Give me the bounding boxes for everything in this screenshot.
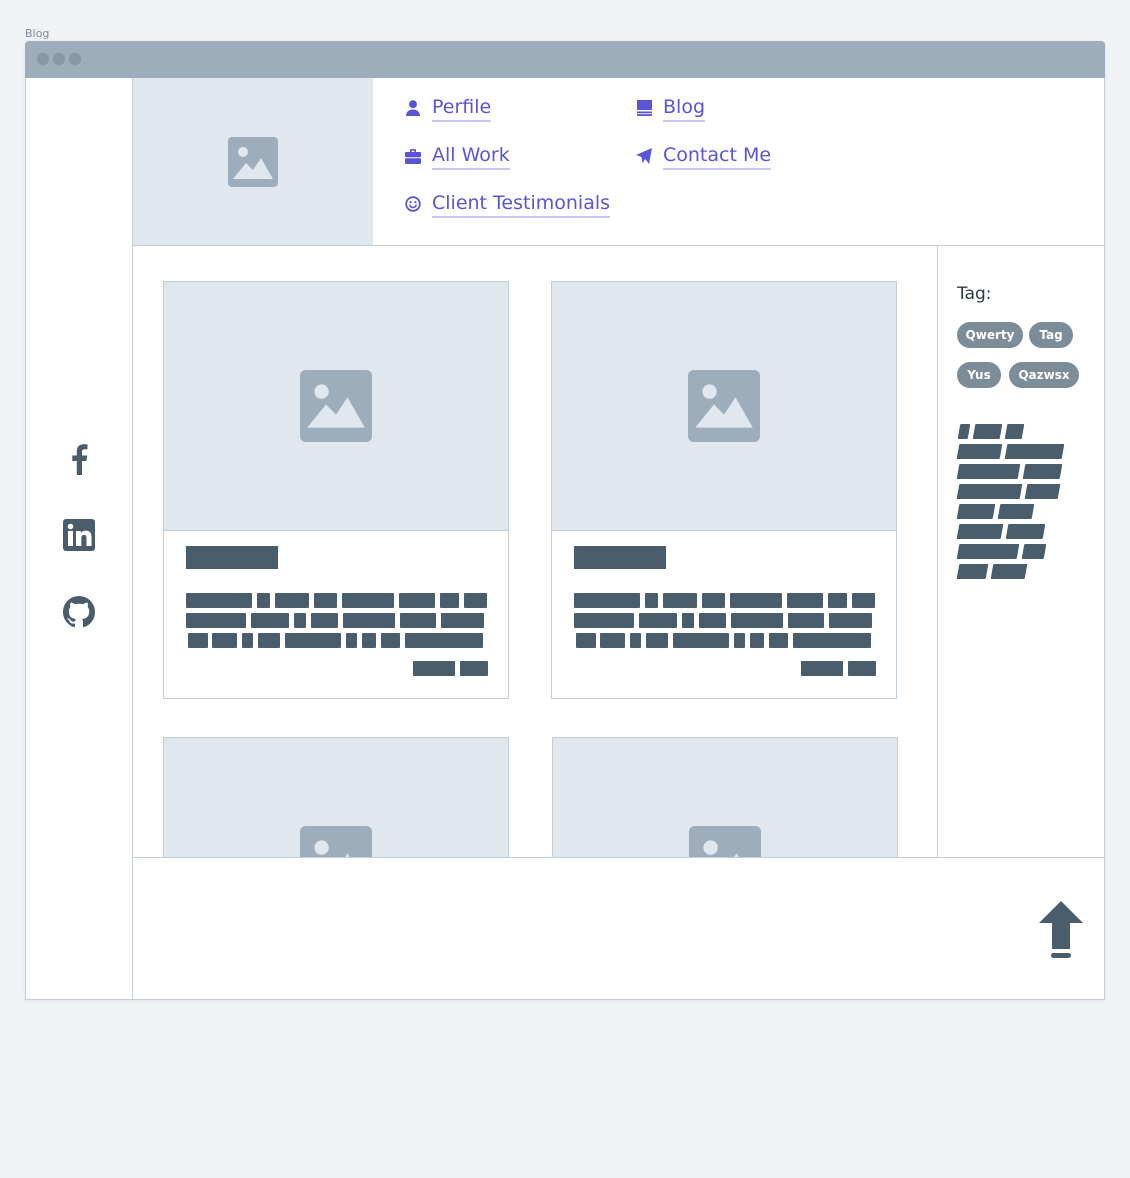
facebook-link[interactable] <box>62 442 96 476</box>
paper-plane-icon <box>636 148 652 164</box>
nav-contact-label: Contact Me <box>663 143 772 170</box>
arrow-up-icon <box>1039 901 1083 958</box>
nav-blog[interactable]: Blog <box>636 93 705 123</box>
nav-profile-label: Perfile <box>432 95 492 122</box>
social-sidebar <box>26 78 133 1000</box>
logo-placeholder[interactable] <box>133 78 373 245</box>
site-footer <box>133 857 1105 1000</box>
post-image-placeholder <box>553 738 897 858</box>
nav-all-work[interactable]: All Work <box>405 141 510 171</box>
image-placeholder-icon <box>688 370 760 442</box>
tag-sidebar: Tag: Qwerty Tag Yus Qazwsx <box>938 246 1105 858</box>
site-header: Perfile Blog All Work Contact Me Client … <box>133 78 1105 246</box>
scroll-top-button[interactable] <box>1038 900 1084 960</box>
image-placeholder-icon <box>689 826 761 858</box>
post-image-placeholder <box>164 282 508 531</box>
post-image-placeholder <box>164 738 508 858</box>
image-placeholder-icon <box>228 136 278 187</box>
nav-contact[interactable]: Contact Me <box>636 141 772 171</box>
briefcase-icon <box>405 148 421 164</box>
book-icon <box>636 100 652 116</box>
tag-chip[interactable]: Qazwsx <box>1009 362 1079 388</box>
facebook-icon <box>72 444 88 475</box>
nav-blog-label: Blog <box>663 95 705 122</box>
github-icon <box>63 596 95 628</box>
github-link[interactable] <box>62 595 96 629</box>
window-dot-close[interactable] <box>37 53 49 65</box>
window-caption: Blog <box>25 27 50 40</box>
window-dot-minimize[interactable] <box>53 53 65 65</box>
tag-chip[interactable]: Qwerty <box>957 322 1023 348</box>
nav-testimonials[interactable]: Client Testimonials <box>405 189 611 219</box>
post-card-body <box>552 531 896 698</box>
post-title-placeholder <box>574 546 666 569</box>
post-card[interactable] <box>163 281 509 699</box>
post-card[interactable] <box>163 737 509 858</box>
post-grid <box>133 246 938 858</box>
linkedin-icon <box>63 519 95 551</box>
post-card[interactable] <box>551 281 897 699</box>
image-placeholder-icon <box>300 826 372 858</box>
window-dot-maximize[interactable] <box>69 53 81 65</box>
linkedin-link[interactable] <box>62 518 96 552</box>
image-placeholder-icon <box>300 370 372 442</box>
post-card[interactable] <box>552 737 898 858</box>
tag-heading: Tag: <box>957 284 992 304</box>
user-icon <box>405 100 421 116</box>
nav-all-work-label: All Work <box>432 143 510 170</box>
tag-chip[interactable]: Tag <box>1029 322 1073 348</box>
post-title-placeholder <box>186 546 278 569</box>
nav-profile[interactable]: Perfile <box>405 93 492 123</box>
tag-chip[interactable]: Yus <box>957 362 1001 388</box>
window-titlebar <box>25 41 1105 78</box>
smile-icon <box>405 196 421 212</box>
browser-window: Perfile Blog All Work Contact Me Client … <box>25 41 1105 1000</box>
post-card-body <box>164 531 508 698</box>
nav-testimonials-label: Client Testimonials <box>432 191 611 218</box>
post-image-placeholder <box>552 282 896 531</box>
